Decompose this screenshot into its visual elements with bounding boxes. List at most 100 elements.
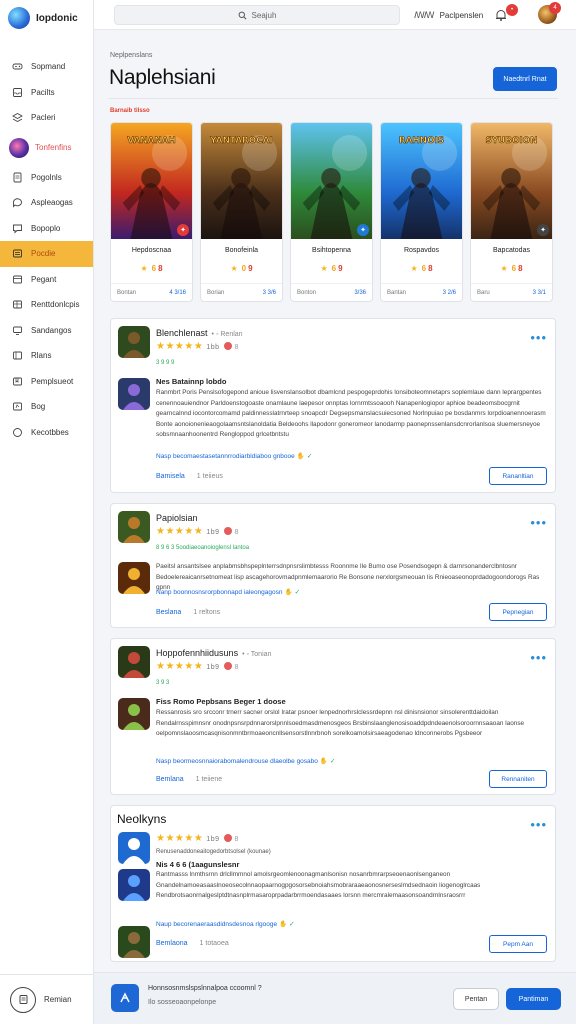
review-author[interactable]: Blenchlenast • ◦ Renlan — [156, 328, 243, 338]
more-options-icon[interactable]: ••• — [530, 818, 547, 831]
sidebar-item-aspleaogas[interactable]: Aspleaogas — [0, 190, 93, 216]
helpful-link[interactable]: Bamisela — [156, 473, 185, 480]
platform-icon: ✦ — [537, 224, 549, 236]
svg-text:RAHNOIS: RAHNOIS — [399, 136, 444, 146]
review-action-button[interactable]: Pepm Aan — [489, 935, 547, 953]
top-bar: Seajuh ꟿꟿ Paclpenslen • 4 — [94, 0, 576, 30]
sidebar-item-tonfenfins[interactable]: Tonfenfins — [0, 133, 93, 163]
card-footer-left: Bantan — [387, 289, 407, 296]
star-icon: ★ — [140, 264, 148, 273]
card-footer: Bonton 3/36 — [291, 283, 372, 301]
divider — [108, 98, 558, 99]
card-footer: Baru 3 3/1 — [471, 283, 552, 301]
card-footer-right: 3/36 — [354, 289, 366, 296]
search-input[interactable]: Seajuh — [114, 5, 400, 25]
rating-extra: 6 — [511, 264, 517, 273]
sidebar-item-label: Aspleaogas — [31, 198, 73, 208]
sidebar-item-bopoplo[interactable]: Bopoplo — [0, 216, 93, 242]
more-options-icon[interactable]: ••• — [530, 651, 547, 664]
notifications-button[interactable]: • — [494, 4, 518, 24]
sidebar-item-rlans[interactable]: Rlans — [0, 343, 93, 369]
review-author[interactable]: Hoppofennhiidusuns • ◦ Tonian — [156, 648, 271, 658]
header-primary-button[interactable]: Naedtnrl Rnat — [493, 67, 557, 91]
game-rating: ★ 6 8 — [381, 264, 462, 273]
review-footer-count: 1 teiiene — [195, 776, 223, 783]
sidebar-item-pemplsueot[interactable]: Pemplsueot — [0, 369, 93, 395]
rating-value: 8 — [158, 264, 163, 273]
rating-value: 8 — [428, 264, 433, 273]
secondary-button[interactable]: Pentan — [453, 988, 499, 1010]
review-card: Hoppofennhiidusuns • ◦ Tonian ★★★★★ 1b9 8 3 9… — [110, 638, 556, 795]
sidebar-item-label: Tonfenfins — [35, 143, 72, 152]
review-stars: ★★★★★ 1b9 8 — [156, 526, 239, 537]
user-avatar[interactable]: 4 — [538, 2, 561, 24]
primary-button[interactable]: Pantiman — [506, 988, 561, 1010]
game-title: Bonofeinla — [224, 247, 259, 254]
sidebar-item-pocdie[interactable]: Pocdie — [0, 241, 93, 267]
game-card[interactable]: YANTAROCAI Bonofeinla ★ 0 9 Borian 3 3/6 — [200, 122, 283, 302]
inbox-icon — [12, 87, 23, 98]
review-action-button[interactable]: Pepnegian — [489, 603, 547, 621]
sidebar-item-sandangos[interactable]: Sandangos — [0, 318, 93, 344]
review-author: Neolkyns — [117, 812, 167, 826]
sidebar-item-kecotbbes[interactable]: Kecotbbes — [0, 420, 93, 446]
review-link[interactable]: Nasp beormeosnnaiorabomalendrouse dlaeol… — [156, 757, 335, 765]
review-body: Ressanrosis sro srcconr trnerr sacner or… — [156, 709, 525, 737]
helpful-link[interactable]: Bemlaona — [156, 940, 188, 947]
game-title: Bapcatodas — [493, 247, 530, 254]
game-card[interactable]: SYUBOION ✦ Bapcatodas ★ 6 8 Baru 3 3/1 — [470, 122, 553, 302]
review-link[interactable]: Nanp boonnosnsrorpbonnapd ialeongagosn ✋ ✓ — [156, 588, 300, 596]
sidebar-item-pogolnls[interactable]: Pogolnls — [0, 165, 93, 191]
game-card[interactable]: VANANAH ✦ Hepdoscnaa ★ 6 8 Bontan 4 3/16 — [110, 122, 193, 302]
review-title: Nes Batainnp lobdo — [156, 377, 227, 386]
star-icon: ★ — [410, 264, 418, 273]
card-footer-right: 3 2/6 — [442, 289, 456, 296]
top-user-menu[interactable]: ꟿꟿ Paclpenslen — [414, 10, 483, 21]
svg-text:VANANAH: VANANAH — [127, 136, 176, 146]
game-cover-image: YANTAROCAI — [201, 123, 282, 239]
sidebar-item-label: Pegant — [31, 274, 57, 284]
featured-cards: VANANAH ✦ Hepdoscnaa ★ 6 8 Bontan 4 3/16 YANTARO… — [110, 122, 553, 302]
grid-icon — [12, 350, 23, 361]
review-action-button[interactable]: Rananltian — [489, 467, 547, 485]
account-icon — [10, 986, 36, 1013]
game-card[interactable]: ✦ Bsihtopenna ★ 6 9 Bonton 3/36 — [290, 122, 373, 302]
helpful-link[interactable]: Beslana — [156, 609, 181, 616]
sidebar-item-renttdonlcpis[interactable]: Renttdonlcpis — [0, 292, 93, 318]
gamepad-icon — [12, 61, 23, 72]
review-link[interactable]: Naup becorenaeraasdidnsdesnoa rlgooge ✋ ✓ — [156, 920, 295, 928]
brand-name: Iopdonic — [36, 12, 78, 24]
game-thumbnail-secondary — [118, 926, 150, 958]
sidebar-item-label: Kecotbbes — [31, 427, 69, 437]
card-footer-left: Bonton — [297, 289, 317, 296]
card-footer-left: Baru — [477, 289, 490, 296]
sidebar-item-pacilts[interactable]: Pacilts — [0, 80, 93, 106]
panel-icon — [12, 274, 23, 285]
card-footer-right: 3 3/1 — [532, 289, 546, 296]
review-author[interactable]: Papiolsian — [156, 513, 198, 523]
game-card[interactable]: RAHNOIS Rospavdos ★ 6 8 Bantan 3 2/6 — [380, 122, 463, 302]
sidebar-item-bog[interactable]: Bog — [0, 394, 93, 420]
sidebar-item-sopmand[interactable]: Sopmand — [0, 54, 93, 80]
brand[interactable]: Iopdonic — [0, 2, 93, 34]
sidebar-footer[interactable]: Remian — [0, 974, 94, 1024]
sidebar-item-pegant[interactable]: Pegant — [0, 267, 93, 293]
top-user-label: Paclpenslen — [439, 11, 484, 20]
review-meta: 3 9 9 9 — [156, 360, 175, 366]
document-icon — [12, 172, 23, 183]
star-icon: ★ — [500, 264, 508, 273]
breadcrumb[interactable]: Neplpenslans — [110, 52, 152, 59]
review-action-button[interactable]: Rennaniten — [489, 770, 547, 788]
sidebar-item-pacleri[interactable]: Pacleri — [0, 105, 93, 131]
review-meta: 3 9 3 — [156, 680, 170, 686]
card-footer: Bontan 4 3/16 — [111, 283, 192, 301]
review-link[interactable]: Nasp becomaestasetannrrodiarbldiaboo gnb… — [156, 452, 312, 460]
speech-icon — [12, 223, 23, 234]
more-options-icon[interactable]: ••• — [530, 331, 547, 344]
more-options-icon[interactable]: ••• — [530, 516, 547, 529]
sidebar-item-label: Bopoplo — [31, 223, 61, 233]
game-cover-image: RAHNOIS — [381, 123, 462, 239]
helpful-link[interactable]: Bemlana — [156, 776, 184, 783]
sidebar: Iopdonic Sopmand Pacilts Pacleri Tonfenfins… — [0, 0, 94, 1024]
app-icon — [111, 984, 139, 1012]
